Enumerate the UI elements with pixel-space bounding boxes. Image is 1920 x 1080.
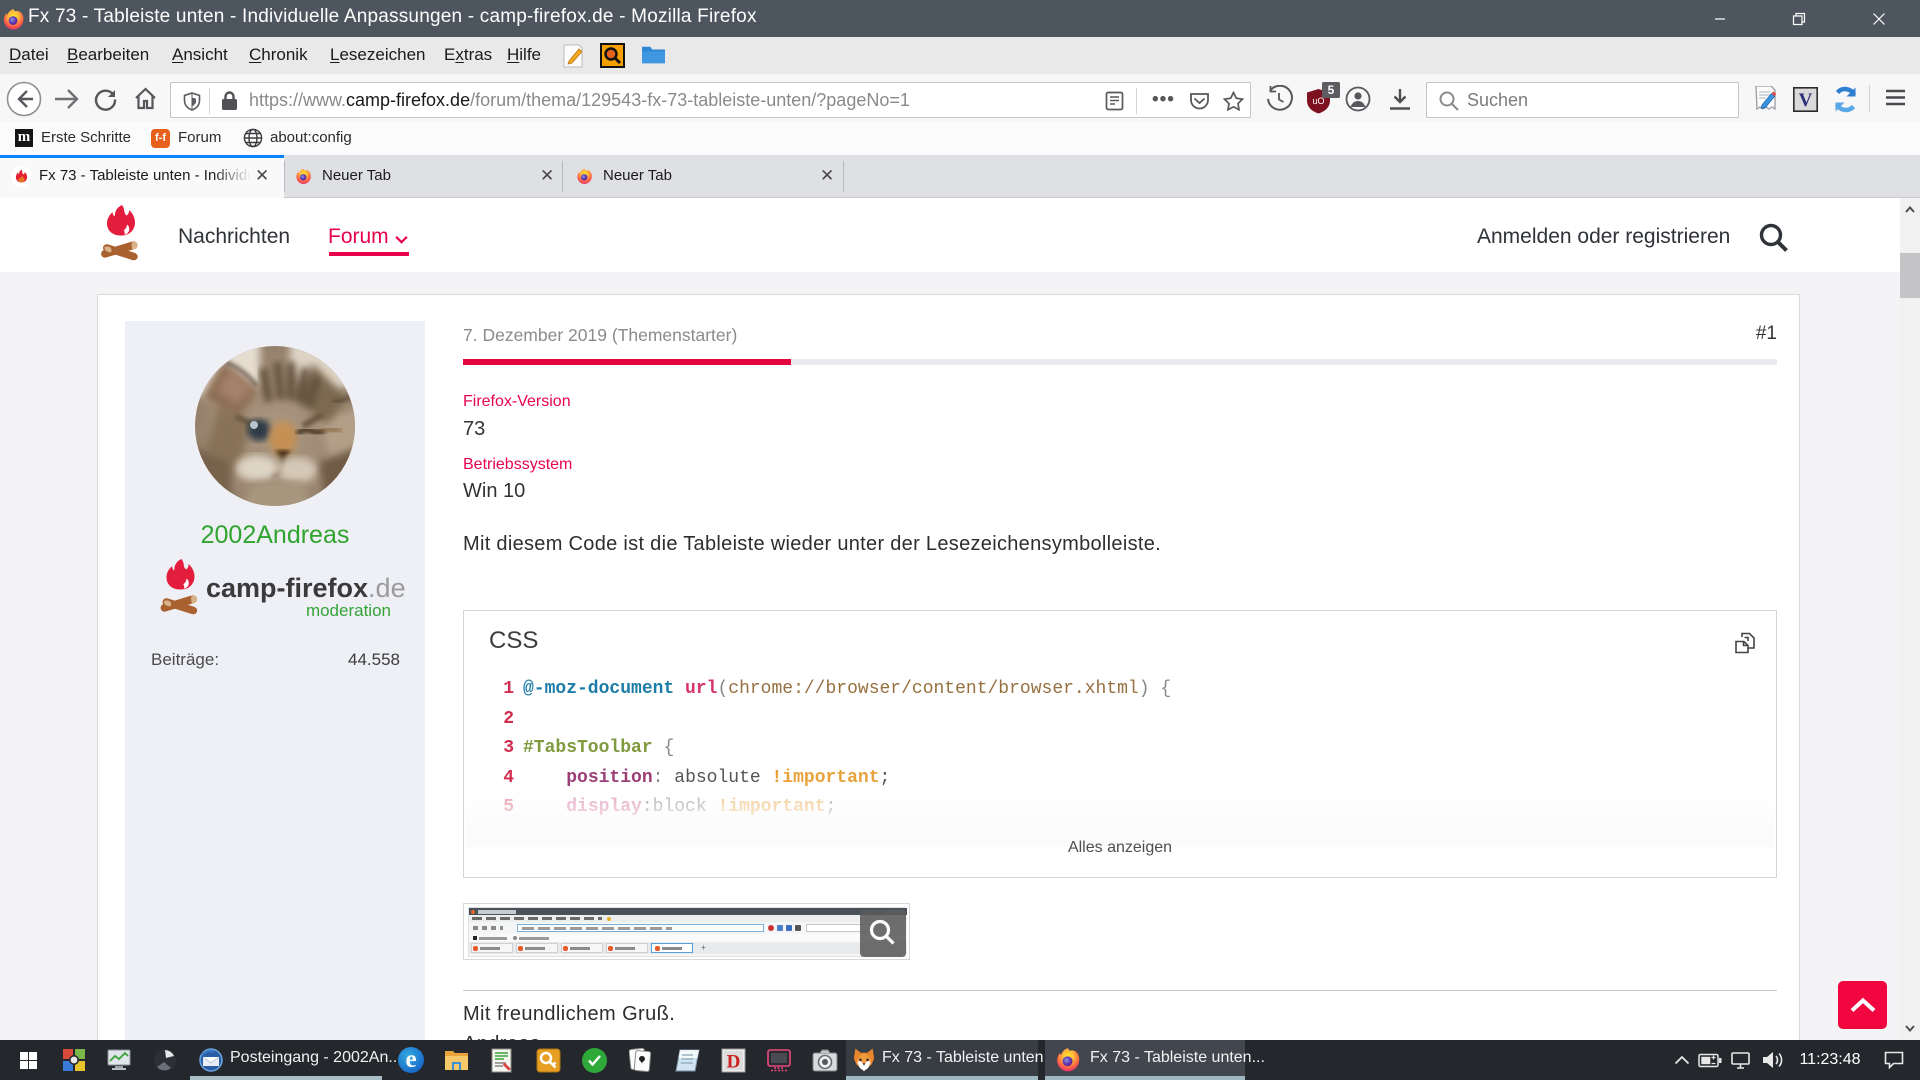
svg-text:V: V xyxy=(1799,90,1813,111)
svg-text:D: D xyxy=(727,1052,741,1073)
